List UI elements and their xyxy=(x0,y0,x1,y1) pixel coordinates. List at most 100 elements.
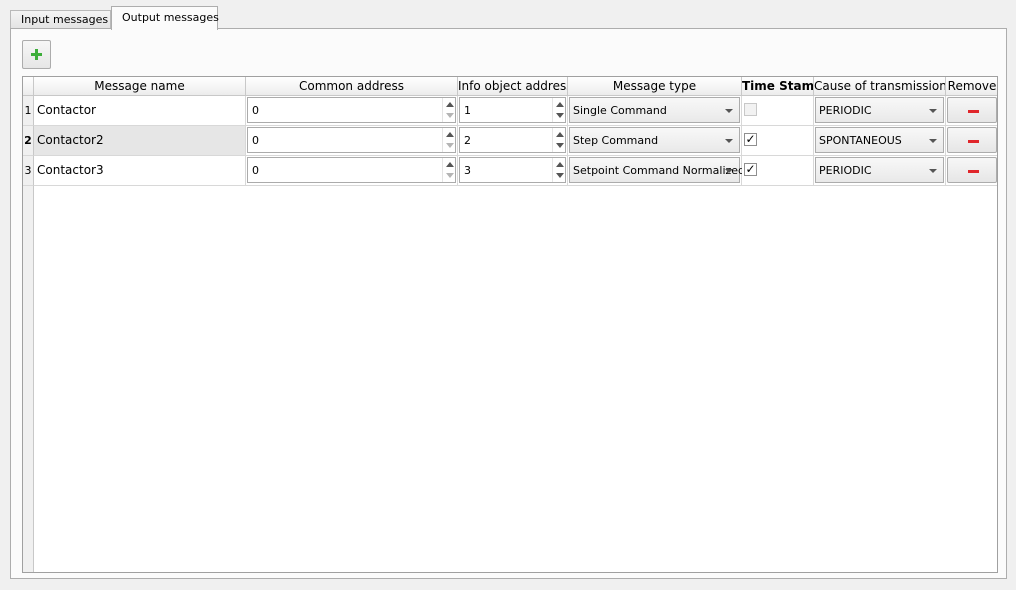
cause-value: PERIODIC xyxy=(819,104,872,117)
header-time-stamp[interactable]: Time Stamp xyxy=(742,77,814,96)
cause-value: SPONTANEOUS xyxy=(819,134,902,147)
message-type-value: Step Command xyxy=(573,134,659,147)
remove-button[interactable] xyxy=(947,127,997,153)
cause-value: PERIODIC xyxy=(819,164,872,177)
header-message-type[interactable]: Message type xyxy=(568,77,742,96)
message-type-dropdown[interactable]: Setpoint Command Normalized xyxy=(569,157,745,183)
message-name-cell[interactable]: Contactor3 xyxy=(34,156,246,186)
message-name: Contactor3 xyxy=(37,163,104,177)
chevron-down-icon xyxy=(725,169,733,173)
output-messages-panel: Message name Common address Info object … xyxy=(10,28,1007,579)
chevron-down-icon xyxy=(929,169,937,173)
info-object-address-spinbox[interactable]: 1 xyxy=(459,97,566,123)
chevron-down-icon xyxy=(725,139,733,143)
message-type-cell: Setpoint Command Normalized xyxy=(568,156,745,186)
message-type-dropdown[interactable]: Step Command xyxy=(569,127,740,153)
spin-down-icon[interactable] xyxy=(556,113,564,118)
cause-dropdown[interactable]: PERIODIC xyxy=(815,97,944,123)
common-address-cell: 0 xyxy=(246,126,458,156)
table-row: 2 Contactor2 0 2 Step Command ✓ SPONTANE… xyxy=(23,126,997,156)
common-address-value: 0 xyxy=(252,104,259,117)
minus-icon xyxy=(968,140,979,143)
spin-down-icon[interactable] xyxy=(446,173,454,178)
spin-up-icon[interactable] xyxy=(446,132,454,137)
chevron-down-icon xyxy=(725,109,733,113)
table-row: 1 Contactor 0 1 Single Command PERIODIC xyxy=(23,96,997,126)
message-name: Contactor xyxy=(37,103,96,117)
info-object-address-value: 3 xyxy=(464,164,471,177)
spin-down-icon[interactable] xyxy=(556,173,564,178)
header-cause-of-transmission[interactable]: Cause of transmission xyxy=(814,77,946,96)
spin-arrows xyxy=(552,128,565,152)
spin-arrows xyxy=(442,98,455,122)
header-message-name[interactable]: Message name xyxy=(34,77,246,96)
spin-arrows xyxy=(552,98,565,122)
info-object-address-spinbox[interactable]: 2 xyxy=(459,127,566,153)
common-address-value: 0 xyxy=(252,164,259,177)
spin-down-icon[interactable] xyxy=(446,143,454,148)
header-remove[interactable]: Remove xyxy=(946,77,997,96)
cause-cell: SPONTANEOUS xyxy=(814,126,946,156)
remove-cell xyxy=(946,96,997,126)
row-number[interactable]: 1 xyxy=(23,96,34,126)
tab-output-messages[interactable]: Output messages xyxy=(111,6,219,30)
spin-arrows xyxy=(442,128,455,152)
time-stamp-cell xyxy=(742,96,814,126)
spin-up-icon[interactable] xyxy=(556,162,564,167)
time-stamp-cell: ✓ xyxy=(742,156,814,186)
message-type-value: Single Command xyxy=(573,104,667,117)
spin-up-icon[interactable] xyxy=(556,132,564,137)
spin-up-icon[interactable] xyxy=(556,102,564,107)
info-object-address-cell: 1 xyxy=(458,96,568,126)
spin-down-icon[interactable] xyxy=(446,113,454,118)
message-name: Contactor2 xyxy=(37,133,104,147)
spin-up-icon[interactable] xyxy=(446,102,454,107)
message-type-dropdown[interactable]: Single Command xyxy=(569,97,740,123)
info-object-address-spinbox[interactable]: 3 xyxy=(459,157,566,183)
messages-table: Message name Common address Info object … xyxy=(22,76,998,573)
plus-icon xyxy=(31,49,42,60)
common-address-value: 0 xyxy=(252,134,259,147)
table-row: 3 Contactor3 0 3 Setpoint Command Normal… xyxy=(23,156,997,186)
tab-input-messages[interactable]: Input messages xyxy=(10,10,111,29)
common-address-cell: 0 xyxy=(246,156,458,186)
header-common-address[interactable]: Common address xyxy=(246,77,458,96)
time-stamp-cell: ✓ xyxy=(742,126,814,156)
time-stamp-checkbox[interactable]: ✓ xyxy=(744,163,757,176)
time-stamp-checkbox[interactable] xyxy=(744,103,757,116)
message-name-cell[interactable]: Contactor xyxy=(34,96,246,126)
row-number[interactable]: 3 xyxy=(23,156,34,186)
spin-arrows xyxy=(442,158,455,182)
corner-header[interactable] xyxy=(23,77,34,96)
common-address-cell: 0 xyxy=(246,96,458,126)
remove-button[interactable] xyxy=(947,97,997,123)
chevron-down-icon xyxy=(929,139,937,143)
info-object-address-value: 2 xyxy=(464,134,471,147)
message-type-cell: Single Command xyxy=(568,96,742,126)
message-type-cell: Step Command xyxy=(568,126,742,156)
spin-up-icon[interactable] xyxy=(446,162,454,167)
cause-dropdown[interactable]: SPONTANEOUS xyxy=(815,127,944,153)
info-object-address-cell: 2 xyxy=(458,126,568,156)
common-address-spinbox[interactable]: 0 xyxy=(247,97,456,123)
minus-icon xyxy=(968,110,979,113)
cause-cell: PERIODIC xyxy=(814,156,946,186)
time-stamp-checkbox[interactable]: ✓ xyxy=(744,133,757,146)
info-object-address-value: 1 xyxy=(464,104,471,117)
row-number[interactable]: 2 xyxy=(23,126,34,156)
add-message-button[interactable] xyxy=(22,40,51,69)
common-address-spinbox[interactable]: 0 xyxy=(247,127,456,153)
remove-cell xyxy=(946,126,997,156)
spin-down-icon[interactable] xyxy=(556,143,564,148)
header-info-object-address[interactable]: Info object address xyxy=(458,77,568,96)
cause-dropdown[interactable]: PERIODIC xyxy=(815,157,944,183)
chevron-down-icon xyxy=(929,109,937,113)
minus-icon xyxy=(968,170,979,173)
message-name-cell[interactable]: Contactor2 xyxy=(34,126,246,156)
common-address-spinbox[interactable]: 0 xyxy=(247,157,456,183)
info-object-address-cell: 3 xyxy=(458,156,568,186)
spin-arrows xyxy=(552,158,565,182)
cause-cell: PERIODIC xyxy=(814,96,946,126)
remove-button[interactable] xyxy=(947,157,997,183)
message-type-value: Setpoint Command Normalized xyxy=(573,164,746,177)
